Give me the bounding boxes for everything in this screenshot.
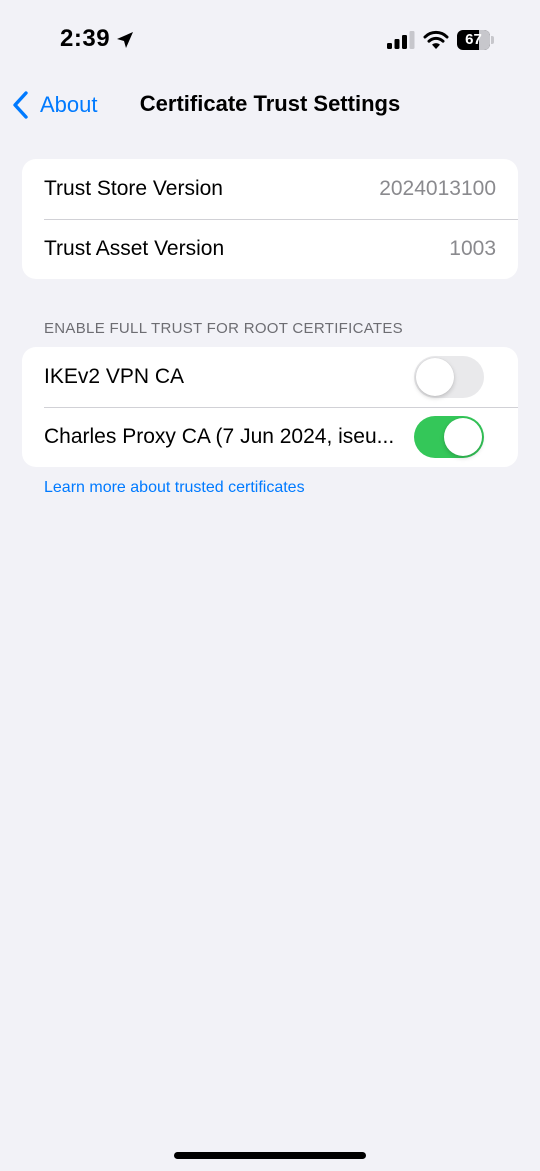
page-title: Certificate Trust Settings: [139, 91, 401, 116]
version-group: Trust Store Version 2024013100 Trust Ass…: [22, 159, 518, 279]
battery-body: 67: [457, 30, 490, 50]
certificate-row-charles-proxy: Charles Proxy CA (7 Jun 2024, iseu...: [22, 407, 518, 467]
battery-cap: [491, 36, 494, 44]
trust-store-version-label: Trust Store Version: [44, 177, 223, 200]
trust-asset-version-value: 1003: [449, 237, 496, 260]
certificate-row-ikev2: IKEv2 VPN CA: [22, 347, 518, 407]
trust-store-version-value: 2024013100: [379, 177, 496, 200]
trust-store-version-row: Trust Store Version 2024013100: [22, 159, 518, 219]
status-bar: 2:39 67: [0, 0, 540, 80]
battery-percent: 67: [465, 31, 482, 48]
section-header: ENABLE FULL TRUST FOR ROOT CERTIFICATES: [44, 320, 403, 337]
navigation-bar: About Certificate Trust Settings: [0, 80, 540, 130]
location-arrow-icon: [117, 32, 133, 48]
status-time: 2:39: [60, 25, 111, 52]
cellular-signal-icon: [387, 31, 415, 49]
trust-asset-version-label: Trust Asset Version: [44, 237, 225, 260]
ikev2-trust-toggle[interactable]: [414, 356, 484, 398]
battery-icon: 67: [457, 30, 495, 50]
toggle-knob: [416, 358, 454, 396]
trust-asset-version-row: Trust Asset Version 1003: [22, 219, 518, 279]
certificate-label: Charles Proxy CA (7 Jun 2024, iseu...: [44, 425, 395, 448]
charles-proxy-trust-toggle[interactable]: [414, 416, 484, 458]
certificate-trust-group: IKEv2 VPN CA Charles Proxy CA (7 Jun 202…: [22, 347, 518, 467]
learn-more-link[interactable]: Learn more about trusted certificates: [44, 479, 305, 497]
home-indicator: [174, 1152, 366, 1159]
wifi-icon: [423, 30, 449, 49]
certificate-label: IKEv2 VPN CA: [44, 365, 185, 388]
toggle-knob: [444, 418, 482, 456]
